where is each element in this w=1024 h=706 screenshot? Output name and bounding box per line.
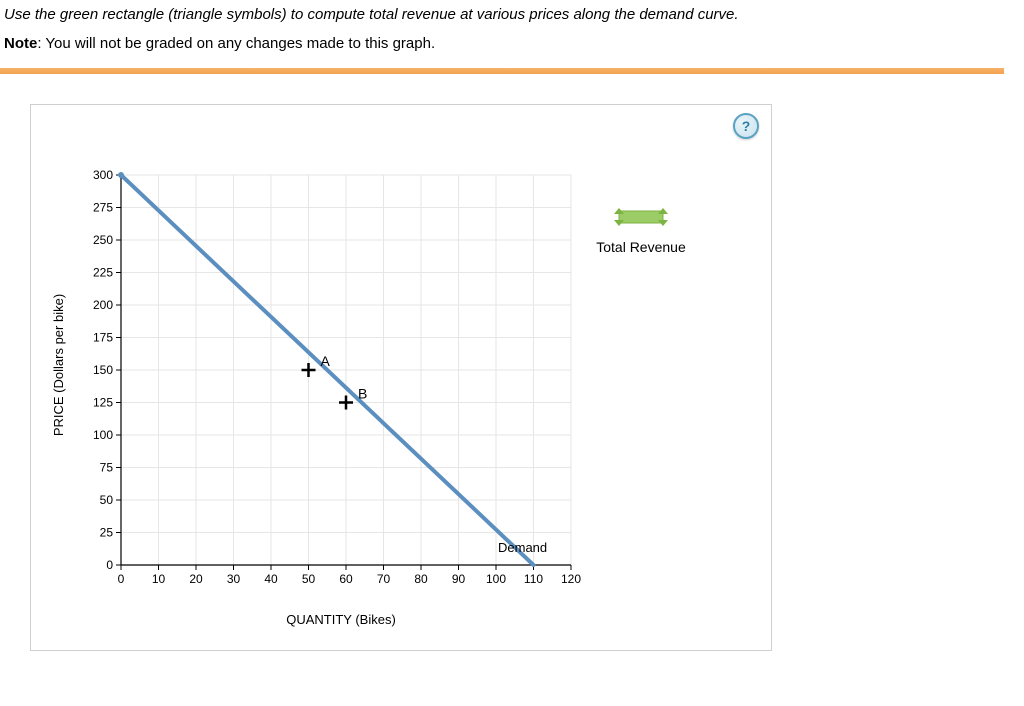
total-revenue-tool-icon[interactable] bbox=[611, 205, 671, 229]
graph-panel: ? PRICE (Dollars per bike) QUANTITY (Bik… bbox=[30, 104, 772, 651]
svg-text:20: 20 bbox=[189, 572, 203, 586]
svg-text:40: 40 bbox=[264, 572, 278, 586]
svg-text:150: 150 bbox=[93, 363, 113, 377]
svg-text:70: 70 bbox=[377, 572, 391, 586]
x-axis-label: QUANTITY (Bikes) bbox=[241, 612, 441, 627]
instruction-text: Use the green rectangle (triangle symbol… bbox=[0, 0, 1024, 33]
point-label-B: B bbox=[358, 386, 367, 402]
svg-text:250: 250 bbox=[93, 233, 113, 247]
svg-text:50: 50 bbox=[100, 493, 114, 507]
svg-text:0: 0 bbox=[118, 572, 125, 586]
svg-text:300: 300 bbox=[93, 168, 113, 182]
svg-text:80: 80 bbox=[414, 572, 428, 586]
svg-text:120: 120 bbox=[561, 572, 581, 586]
svg-text:110: 110 bbox=[524, 572, 543, 586]
svg-text:25: 25 bbox=[100, 526, 114, 540]
svg-text:0: 0 bbox=[106, 558, 113, 572]
y-axis-label: PRICE (Dollars per bike) bbox=[51, 265, 66, 465]
legend-label: Total Revenue bbox=[581, 239, 701, 255]
plot-area[interactable]: PRICE (Dollars per bike) QUANTITY (Bikes… bbox=[41, 165, 741, 625]
chart-svg[interactable]: 0 25 50 75 100 125 150 175 200 225 250 275 300 0 10 20 3… bbox=[71, 165, 591, 605]
svg-text:10: 10 bbox=[152, 572, 166, 586]
svg-text:75: 75 bbox=[100, 461, 114, 475]
svg-text:125: 125 bbox=[93, 396, 113, 410]
point-A[interactable]: A bbox=[302, 353, 331, 377]
svg-text:225: 225 bbox=[93, 266, 113, 280]
legend: Total Revenue bbox=[581, 205, 701, 255]
svg-text:50: 50 bbox=[302, 572, 316, 586]
svg-text:175: 175 bbox=[93, 331, 113, 345]
grading-note: Note: You will not be graded on any chan… bbox=[0, 33, 1024, 68]
svg-text:90: 90 bbox=[452, 572, 466, 586]
svg-text:200: 200 bbox=[93, 298, 113, 312]
note-prefix: Note bbox=[4, 35, 37, 52]
note-body: : You will not be graded on any changes … bbox=[37, 35, 435, 52]
point-label-A: A bbox=[321, 353, 331, 369]
demand-label: Demand bbox=[498, 540, 547, 555]
svg-text:100: 100 bbox=[93, 428, 113, 442]
section-divider bbox=[0, 68, 1004, 74]
svg-text:275: 275 bbox=[93, 201, 113, 215]
svg-text:60: 60 bbox=[339, 572, 353, 586]
svg-text:30: 30 bbox=[227, 572, 241, 586]
svg-text:100: 100 bbox=[486, 572, 506, 586]
help-icon[interactable]: ? bbox=[733, 113, 759, 139]
